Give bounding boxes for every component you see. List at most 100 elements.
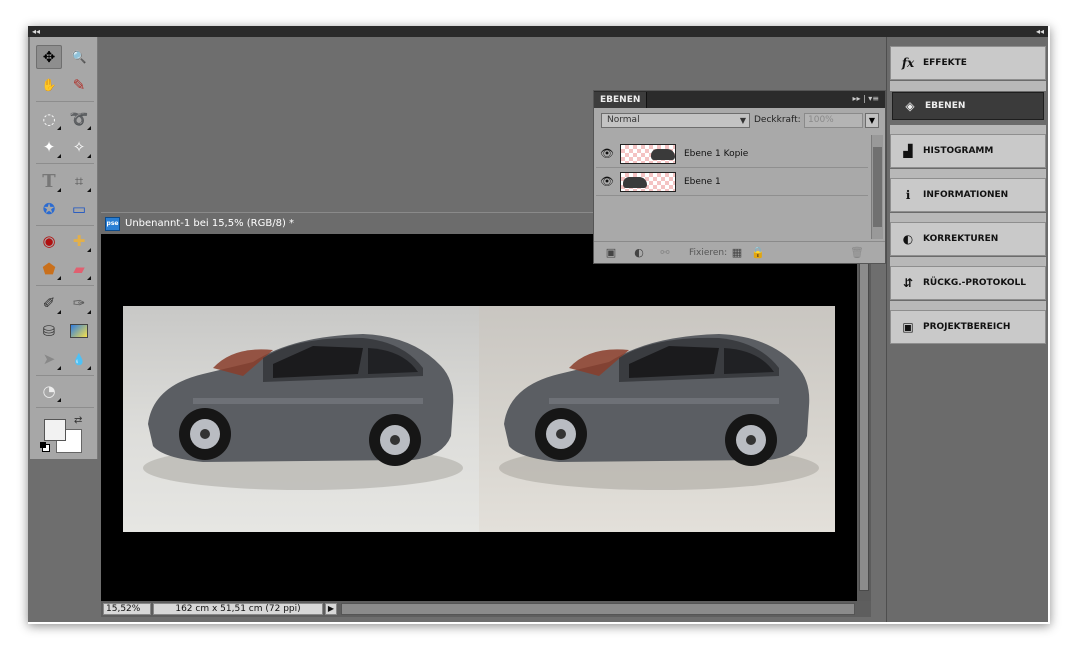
layers-scrollbar[interactable] — [871, 135, 883, 239]
adjustments-icon: ◐ — [902, 232, 914, 246]
opacity-field[interactable]: 100% — [804, 113, 863, 128]
horizontal-scrollbar[interactable] — [341, 603, 855, 615]
default-colors-black-icon — [40, 442, 46, 448]
document-dimensions: 162 cm x 51,51 cm (72 ppi) — [153, 603, 323, 615]
trash-icon[interactable]: 🗑 — [850, 246, 864, 259]
adjustment-layer-icon[interactable]: ◐ — [632, 246, 646, 259]
status-bar: 15,52% 162 cm x 51,51 cm (72 ppi) ▶ — [101, 601, 871, 617]
zoom-tool-icon[interactable]: 🔍 — [66, 45, 92, 69]
lock-transparency-icon[interactable]: ▦ — [730, 246, 744, 259]
vertical-scroll-thumb[interactable] — [859, 236, 869, 591]
type-tool-icon[interactable]: T — [36, 169, 62, 193]
toolbox-divider — [36, 407, 94, 408]
histogram-icon: ▟ — [903, 144, 913, 158]
toolbox-divider — [36, 285, 94, 286]
chevron-down-icon: ▼ — [739, 116, 746, 125]
layer-name[interactable]: Ebene 1 Kopie — [684, 149, 748, 159]
dock-divider — [890, 81, 1046, 91]
layers-panel-header[interactable]: EBENEN ▸▸ | ▾≡ — [594, 91, 885, 108]
move-tool-icon[interactable]: ✥ — [36, 45, 62, 69]
image-left-half — [123, 306, 479, 532]
car-image-right — [499, 334, 819, 490]
layers-panel-footer: ▣ ◐ ⚯ Fixieren: ▦ 🔒 🗑 — [594, 241, 885, 263]
blend-mode-value: Normal — [607, 115, 640, 125]
swap-colors-icon[interactable]: ⇄ — [74, 415, 82, 426]
opacity-dropdown-button[interactable]: ▼ — [865, 113, 879, 128]
dock-item-label: HISTOGRAMM — [923, 146, 994, 156]
dock-item-ebenen[interactable]: ◈ EBENEN — [892, 92, 1044, 120]
clone-stamp-tool-icon[interactable]: ⬟ — [36, 257, 62, 281]
visibility-eye-icon[interactable]: 👁 — [600, 147, 614, 161]
lasso-tool-icon[interactable]: ➰ — [66, 107, 92, 131]
toolbox-divider — [36, 375, 94, 376]
visibility-eye-icon[interactable]: 👁 — [600, 175, 614, 189]
blend-mode-select[interactable]: Normal ▼ — [601, 113, 750, 128]
dock-item-rueckg-protokoll[interactable]: ⇵ RÜCKG.-PROTOKOLL — [890, 266, 1046, 300]
dock-item-korrekturen[interactable]: ◐ KORREKTUREN — [890, 222, 1046, 256]
magic-wand-tool-icon[interactable]: ✦ — [36, 135, 62, 159]
top-dock-strip — [98, 26, 888, 37]
layer-thumbnail — [620, 144, 676, 164]
collapse-dock-icon[interactable]: ◂◂ — [1036, 27, 1044, 36]
gradient-tool-icon[interactable] — [66, 319, 92, 343]
collapse-toolbox-icon[interactable]: ◂◂ — [32, 27, 40, 36]
toolbox-collapse-bar[interactable]: ◂◂ — [28, 26, 98, 37]
crop-tool-icon[interactable]: ⌗ — [66, 169, 92, 193]
dock-item-histogramm[interactable]: ▟ HISTOGRAMM — [890, 134, 1046, 168]
paint-bucket-tool-icon[interactable]: ⛁ — [36, 319, 62, 343]
layers-icon: ◈ — [905, 99, 915, 113]
eyedropper-tool-icon[interactable]: ✎ — [66, 73, 92, 97]
dock-item-informationen[interactable]: ℹ INFORMATIONEN — [890, 178, 1046, 212]
dock-item-label: INFORMATIONEN — [923, 190, 1009, 200]
layer-thumbnail — [620, 172, 676, 192]
panel-menu-icon[interactable]: ▸▸ | ▾≡ — [852, 94, 879, 103]
layer-row[interactable]: 👁 Ebene 1 — [596, 169, 868, 196]
link-layers-icon[interactable]: ⚯ — [658, 246, 672, 259]
zoom-field[interactable]: 15,52% — [103, 603, 151, 615]
info-icon: ℹ — [905, 188, 911, 202]
image-right-half — [479, 306, 835, 532]
brush-tool-icon[interactable]: ✐ — [36, 291, 62, 315]
recompose-tool-icon[interactable]: ▭ — [66, 197, 92, 221]
toolbox-divider — [36, 101, 94, 102]
dock-item-label: RÜCKG.-PROTOKOLL — [923, 278, 1027, 288]
opacity-label: Deckkraft: — [754, 115, 801, 125]
status-menu-button[interactable]: ▶ — [325, 603, 337, 615]
hand-tool-icon[interactable]: ✋ — [36, 73, 62, 97]
dock-item-label: PROJEKTBEREICH — [923, 322, 1011, 332]
lock-all-icon[interactable]: 🔒 — [751, 246, 765, 259]
lock-label: Fixieren: — [689, 248, 728, 258]
toolbox-divider — [36, 163, 94, 164]
red-eye-tool-icon[interactable]: ◉ — [36, 229, 62, 253]
history-icon: ⇵ — [902, 276, 914, 290]
image-content — [123, 306, 835, 532]
dock-item-effekte[interactable]: fx EFFEKTE — [890, 46, 1046, 80]
layers-panel: EBENEN ▸▸ | ▾≡ Normal ▼ Deckkraft: 100% … — [593, 90, 886, 264]
smart-brush-tool-icon[interactable]: ✑ — [66, 291, 92, 315]
foreground-color-swatch[interactable] — [44, 419, 66, 441]
project-bin-icon: ▣ — [902, 320, 914, 334]
dock-collapse-bar[interactable]: ◂◂ — [886, 26, 1048, 37]
sponge-tool-icon[interactable]: ◔ — [36, 379, 62, 403]
custom-shape-tool-icon[interactable]: ➤ — [36, 347, 62, 371]
effects-icon: fx — [901, 56, 915, 70]
layer-row[interactable]: 👁 Ebene 1 Kopie — [596, 141, 868, 168]
panel-dock: fx EFFEKTE ◈ EBENEN ▟ HISTOGRAMM ℹ INFOR… — [886, 37, 1048, 622]
toolbox: ✥ 🔍 ✋ ✎ ◌ ➰ ✦ ✧ T ⌗ ✪ ▭ ◉ ✚ ⬟ ▰ ✐ ✑ ⛁ ➤ … — [30, 37, 98, 459]
car-image-left — [143, 334, 463, 490]
dock-item-label: EFFEKTE — [923, 58, 967, 68]
eraser-tool-icon[interactable]: ▰ — [66, 257, 92, 281]
dock-item-label: EBENEN — [925, 101, 966, 111]
layer-name[interactable]: Ebene 1 — [684, 177, 721, 187]
new-layer-icon[interactable]: ▣ — [604, 246, 618, 259]
photoshop-elements-window: ◂◂ ✥ 🔍 ✋ ✎ ◌ ➰ ✦ ✧ T ⌗ ✪ ▭ ◉ ✚ ⬟ ▰ ✐ ✑ ⛁… — [28, 26, 1048, 622]
blur-tool-icon[interactable]: 💧 — [66, 347, 92, 371]
quick-selection-tool-icon[interactable]: ✧ — [66, 135, 92, 159]
layers-panel-tab[interactable]: EBENEN — [594, 92, 648, 108]
cookie-cutter-tool-icon[interactable]: ✪ — [36, 197, 62, 221]
marquee-tool-icon[interactable]: ◌ — [36, 107, 62, 131]
dock-item-label: KORREKTUREN — [923, 234, 999, 244]
healing-brush-tool-icon[interactable]: ✚ — [66, 229, 92, 253]
dock-item-projektbereich[interactable]: ▣ PROJEKTBEREICH — [890, 310, 1046, 344]
document-title: Unbenannt-1 bei 15,5% (RGB/8) * — [125, 218, 295, 229]
